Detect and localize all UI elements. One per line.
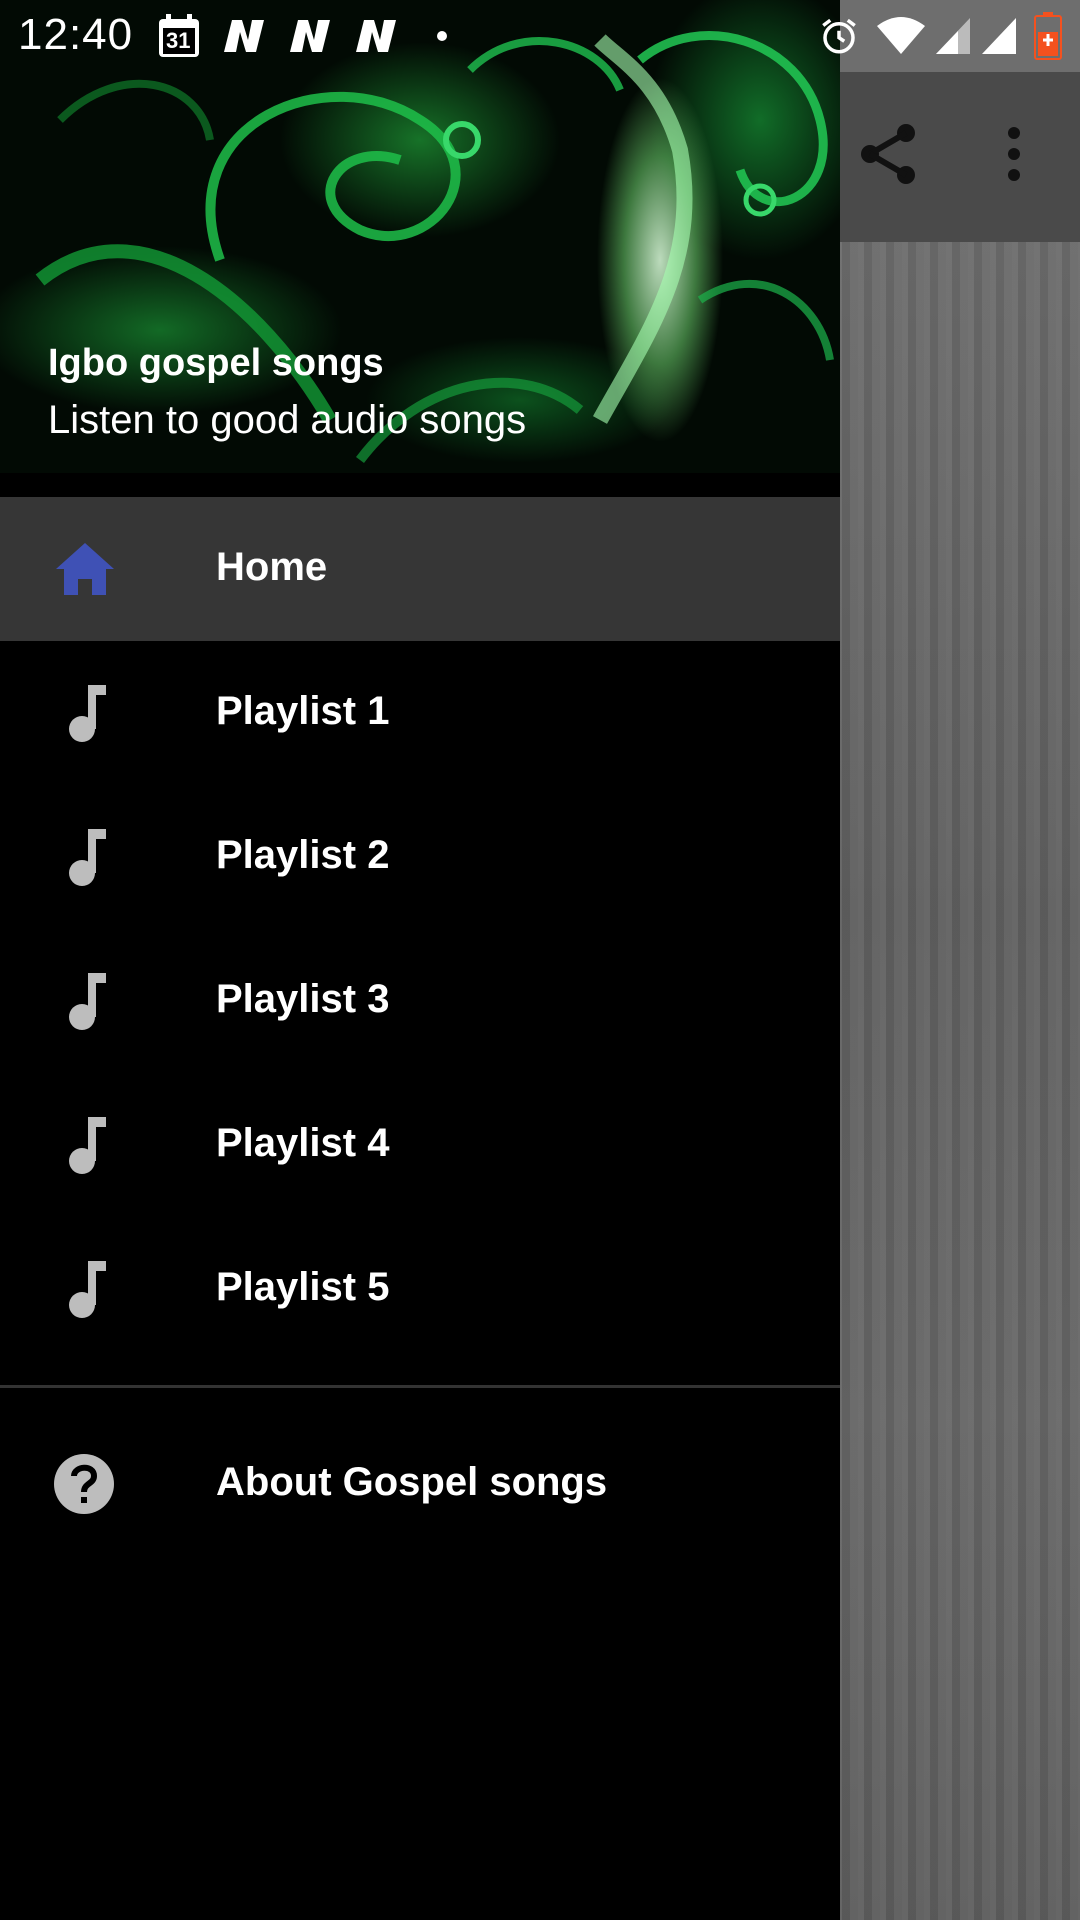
nav-item-playlist-2[interactable]: Playlist 2 (0, 785, 840, 929)
nav-item-label: About Gospel songs (216, 1460, 608, 1504)
more-vert-icon[interactable] (978, 118, 1050, 190)
calendar-day: 31 (166, 28, 191, 53)
n-app-icon (356, 20, 396, 52)
nav-item-label: Playlist 1 (216, 689, 390, 733)
wifi-icon (877, 17, 925, 54)
help-icon (54, 1454, 114, 1514)
nav-item-label: Playlist 5 (216, 1265, 390, 1309)
nav-item-label: Home (216, 545, 328, 589)
nav-item-playlist-4[interactable]: Playlist 4 (0, 1073, 840, 1217)
music-note-icon (69, 685, 106, 742)
calendar-icon: 31 (158, 14, 200, 58)
music-note-icon (69, 1117, 106, 1174)
n-app-icon (224, 20, 264, 52)
signal-icon (982, 18, 1016, 54)
navigation-drawer: Igbo gospel songs Listen to good audio s… (0, 0, 840, 1920)
n-app-icon (290, 20, 330, 52)
battery-icon (1034, 12, 1062, 60)
drawer-title: Igbo gospel songs (48, 342, 384, 384)
status-bar: 12:40 31 (0, 0, 1080, 72)
nav-item-playlist-3[interactable]: Playlist 3 (0, 929, 840, 1073)
home-icon (56, 543, 114, 595)
drawer-subtitle: Listen to good audio songs (48, 398, 527, 442)
music-note-icon (69, 973, 106, 1030)
nav-item-playlist-5[interactable]: Playlist 5 (0, 1217, 840, 1361)
nav-item-label: Playlist 3 (216, 977, 390, 1021)
dot-icon (437, 31, 447, 41)
nav-item-home[interactable]: Home (0, 497, 840, 641)
nav-item-label: Playlist 4 (216, 1121, 390, 1165)
nav-list: Home Playlist 1 Playlist 2 Playlist 3 Pl… (0, 497, 840, 1361)
music-note-icon (69, 1261, 106, 1318)
nav-item-label: Playlist 2 (216, 833, 390, 877)
nav-item-about[interactable]: About Gospel songs (0, 1412, 840, 1556)
drawer-divider (0, 1385, 840, 1388)
alarm-icon (822, 18, 856, 54)
signal-icon (936, 18, 970, 54)
status-time: 12:40 (18, 10, 134, 59)
share-icon[interactable] (852, 118, 924, 190)
nav-item-playlist-1[interactable]: Playlist 1 (0, 641, 840, 785)
music-note-icon (69, 829, 106, 886)
